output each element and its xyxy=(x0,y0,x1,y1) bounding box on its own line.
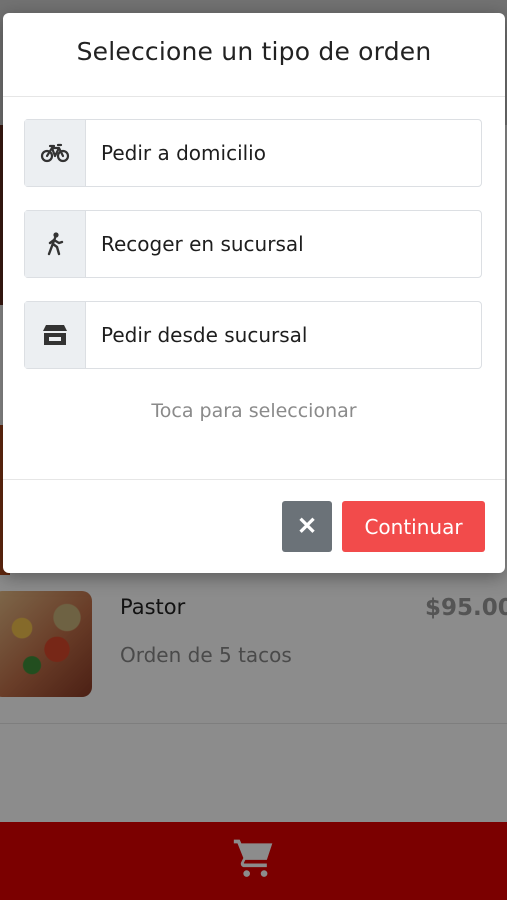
order-type-modal: Seleccione un tipo de orden Pedir a domi… xyxy=(3,13,505,573)
modal-footer-divider xyxy=(3,479,505,480)
option-label: Recoger en sucursal xyxy=(101,232,304,256)
option-in-store[interactable]: Pedir desde sucursal xyxy=(24,301,482,369)
option-label: Pedir a domicilio xyxy=(101,141,266,165)
selection-hint: Toca para seleccionar xyxy=(151,400,357,422)
option-pickup[interactable]: Recoger en sucursal xyxy=(24,210,482,278)
option-icon-box xyxy=(25,120,86,186)
modal-title: Seleccione un tipo de orden xyxy=(76,37,432,66)
walking-person-icon xyxy=(47,232,64,256)
bicycle-icon xyxy=(40,143,70,163)
option-label: Pedir desde sucursal xyxy=(101,323,308,347)
modal-header: Seleccione un tipo de orden xyxy=(3,13,505,97)
close-button[interactable]: ✕ xyxy=(282,501,332,552)
continue-button[interactable]: Continuar xyxy=(342,501,485,552)
option-delivery[interactable]: Pedir a domicilio xyxy=(24,119,482,187)
option-icon-box xyxy=(25,211,86,277)
option-icon-box xyxy=(25,302,86,368)
store-icon xyxy=(43,325,67,345)
